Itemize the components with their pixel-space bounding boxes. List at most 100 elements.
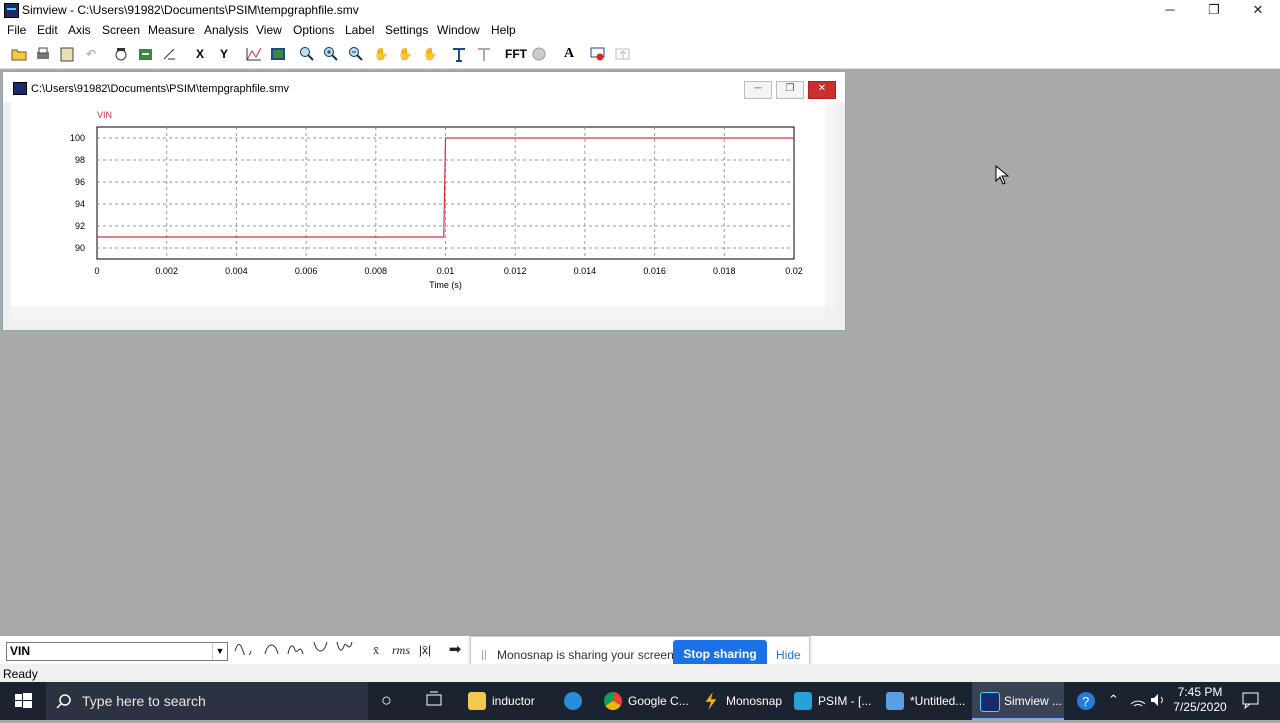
share-message: Monosnap is sharing your screen. xyxy=(497,648,678,662)
simview-icon xyxy=(980,692,1000,712)
menu-label[interactable]: Label xyxy=(345,23,374,37)
data-points-icon[interactable] xyxy=(111,44,131,64)
average-icon[interactable]: x̄ xyxy=(366,641,386,659)
volume-icon[interactable] xyxy=(1150,692,1166,711)
valley-min-icon[interactable] xyxy=(311,641,331,659)
graph-window-titlebar[interactable]: C:\Users\91982\Documents\PSIM\tempgraphf… xyxy=(3,72,845,102)
graph-window-title: C:\Users\91982\Documents\PSIM\tempgraphf… xyxy=(31,83,289,95)
menu-screen[interactable]: Screen xyxy=(102,23,140,37)
chevron-down-icon[interactable]: ▼ xyxy=(212,643,227,660)
y-tick-label: 96 xyxy=(75,177,85,187)
graph-restore-button[interactable]: ❐ xyxy=(776,81,804,99)
marker-icon[interactable] xyxy=(588,44,608,64)
taskbar-app-simview[interactable]: Simview ... xyxy=(972,682,1064,720)
open-file-icon[interactable] xyxy=(9,44,29,64)
abs-average-icon[interactable]: |x̄| xyxy=(415,641,435,659)
x-axis-button[interactable]: X xyxy=(190,44,210,64)
zoom-out-icon[interactable] xyxy=(346,44,366,64)
task-view-icon[interactable] xyxy=(425,691,443,712)
graph-minimize-button[interactable]: ─ xyxy=(744,81,772,99)
menu-file[interactable]: File xyxy=(7,23,26,37)
peak-max-icon[interactable] xyxy=(262,641,282,659)
minimize-button[interactable]: ─ xyxy=(1148,0,1192,20)
menu-view[interactable]: View xyxy=(256,23,282,37)
menu-edit[interactable]: Edit xyxy=(37,23,58,37)
vertical-scrollbar[interactable] xyxy=(825,102,837,306)
clock-time: 7:45 PM xyxy=(1177,685,1223,699)
menu-settings[interactable]: Settings xyxy=(385,23,428,37)
variable-select[interactable]: VIN ▼ xyxy=(6,642,228,661)
plot-area[interactable]: 0 0.002 0.004 0.006 0.008 0.01 0.012 0.014 0.016… xyxy=(11,102,833,306)
taskbar-app-psim[interactable]: PSIM - [... xyxy=(786,682,876,720)
x-tick-label: 0.018 xyxy=(713,266,736,276)
export-icon[interactable] xyxy=(136,44,156,64)
taskbar: Type here to search ○ inductor Google C.… xyxy=(0,682,1280,720)
print-icon[interactable] xyxy=(33,44,53,64)
status-bar: Ready xyxy=(0,664,1280,682)
system-clock[interactable]: 7:45 PM 7/25/2020 xyxy=(1168,685,1232,715)
y-tick-label: 92 xyxy=(75,221,85,231)
taskbar-app-edge[interactable] xyxy=(556,682,592,720)
cortana-icon[interactable]: ○ xyxy=(381,690,392,711)
pan-right-icon[interactable]: ✋ xyxy=(395,44,415,64)
screen-icon[interactable] xyxy=(268,44,288,64)
taskbar-app-notepad[interactable]: *Untitled... xyxy=(878,682,970,720)
edge-icon xyxy=(564,692,582,710)
menu-axis[interactable]: Axis xyxy=(68,23,91,37)
fft-button[interactable]: FFT xyxy=(504,44,528,64)
legend-label-vin: VIN xyxy=(97,110,112,120)
zoom-in-icon[interactable] xyxy=(321,44,341,64)
taskbar-app-label: Monosnap xyxy=(726,694,783,708)
undo-icon[interactable]: ↶ xyxy=(81,44,101,64)
copy-clipboard-icon[interactable] xyxy=(57,44,77,64)
network-icon[interactable] xyxy=(1130,692,1146,711)
vin-chart[interactable]: 0 0.002 0.004 0.006 0.008 0.01 0.012 0.014 0.016… xyxy=(11,102,833,306)
graph-close-button[interactable]: ✕ xyxy=(808,81,836,99)
y-axis-button[interactable]: Y xyxy=(214,44,234,64)
variable-select-value: VIN xyxy=(10,644,31,658)
waveform-icon[interactable] xyxy=(233,641,253,659)
y-tick-label: 98 xyxy=(75,155,85,165)
x-tick-label: 0.016 xyxy=(643,266,666,276)
measure-alt-icon[interactable] xyxy=(474,44,494,64)
disabled-arrow-icon[interactable] xyxy=(613,44,633,64)
taskbar-app-monosnap[interactable]: Monosnap xyxy=(694,682,784,720)
horizontal-scrollbar[interactable] xyxy=(11,306,825,320)
menu-measure[interactable]: Measure xyxy=(148,23,195,37)
hide-button[interactable]: Hide xyxy=(776,648,801,662)
pan-left-icon[interactable]: ✋ xyxy=(371,44,391,64)
drag-handle-icon[interactable]: || xyxy=(481,649,487,661)
taskbar-app-chrome[interactable]: Google C... xyxy=(596,682,690,720)
rms-button[interactable]: rms xyxy=(388,641,414,659)
x-tick-label: 0.02 xyxy=(785,266,803,276)
x-tick-label: 0 xyxy=(94,266,99,276)
x-axis-label: Time (s) xyxy=(429,280,462,290)
notepad-icon xyxy=(886,692,904,710)
menu-window[interactable]: Window xyxy=(437,23,480,37)
measure-icon[interactable] xyxy=(449,44,469,64)
taskbar-app-inductor[interactable]: inductor xyxy=(460,682,552,720)
grid-icon[interactable] xyxy=(244,44,264,64)
hand-icon[interactable]: ✋ xyxy=(420,44,440,64)
arrow-right-icon[interactable]: ➡ xyxy=(445,641,465,659)
restore-button[interactable]: ❐ xyxy=(1192,0,1236,20)
disabled-circle-icon[interactable] xyxy=(529,44,549,64)
tray-chevron-up-icon[interactable]: ⌃ xyxy=(1108,692,1119,708)
menu-help[interactable]: Help xyxy=(491,23,516,37)
local-min-icon[interactable] xyxy=(335,641,355,659)
zoom-icon[interactable] xyxy=(297,44,317,64)
edit-curve-icon[interactable] xyxy=(160,44,180,64)
close-button[interactable]: ✕ xyxy=(1236,0,1280,20)
menu-options[interactable]: Options xyxy=(293,23,334,37)
x-tick-label: 0.004 xyxy=(225,266,248,276)
help-icon[interactable]: ? xyxy=(1075,691,1097,714)
local-max-icon[interactable] xyxy=(286,641,306,659)
menu-bar: File Edit Axis Screen Measure Analysis V… xyxy=(0,20,1280,40)
taskbar-search-box[interactable]: Type here to search xyxy=(46,682,368,720)
y-tick-label: 94 xyxy=(75,199,85,209)
y-tick-label: 100 xyxy=(70,133,85,143)
text-label-button[interactable]: A xyxy=(559,44,579,64)
menu-analysis[interactable]: Analysis xyxy=(204,23,249,37)
windows-start-button[interactable] xyxy=(0,682,46,720)
notifications-icon[interactable] xyxy=(1242,691,1260,712)
